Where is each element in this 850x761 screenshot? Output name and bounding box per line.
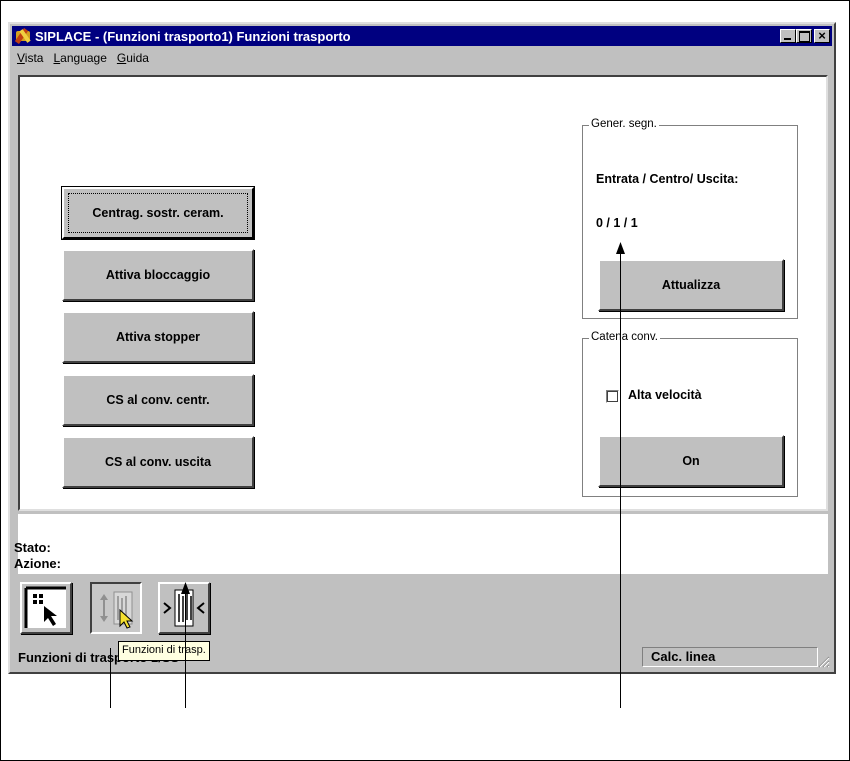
cs-conv-centr-button[interactable]: CS al conv. centr. — [62, 374, 254, 426]
signal-label: Entrata / Centro/ Uscita: — [596, 172, 739, 186]
chain-group-legend: Catena conv. — [589, 331, 660, 343]
maximize-icon — [799, 31, 810, 42]
select-tool-icon — [24, 586, 66, 628]
client-area: Centrag. sostr. ceram. Attiva bloccaggio… — [18, 75, 828, 511]
window-title: SIPLACE - (Funzioni trasporto1) Funzioni… — [35, 28, 351, 44]
select-tool-button[interactable] — [20, 582, 72, 634]
callout-line-1 — [110, 648, 111, 708]
attiva-stopper-button[interactable]: Attiva stopper — [62, 311, 254, 363]
signal-group-legend: Gener. segn. — [589, 118, 659, 130]
status-area: Stato: Azione: — [14, 514, 828, 574]
on-button[interactable]: On — [598, 435, 784, 487]
tooltip: Funzioni di trasp. — [118, 641, 210, 661]
transport-functions-icon — [100, 591, 134, 629]
centrag-sostr-ceram-button[interactable]: Centrag. sostr. ceram. — [61, 186, 255, 240]
callout-arrow-3-icon — [616, 242, 625, 254]
minimize-icon — [784, 38, 791, 40]
cs-conv-uscita-button[interactable]: CS al conv. uscita — [62, 436, 254, 488]
menu-guida[interactable]: Guida — [112, 51, 154, 65]
menu-vista[interactable]: Vista — [12, 51, 48, 65]
chain-groupbox: Catena conv. Alta velocità On — [582, 331, 798, 497]
main-window: SIPLACE - (Funzioni trasporto1) Funzioni… — [8, 22, 836, 674]
signal-groupbox: Gener. segn. Entrata / Centro/ Uscita: 0… — [582, 118, 798, 319]
callout-line-2 — [185, 592, 186, 708]
maximize-button[interactable] — [796, 29, 812, 43]
minimize-button[interactable] — [780, 29, 796, 43]
siplace-app-icon[interactable] — [14, 28, 31, 44]
title-bar[interactable]: SIPLACE - (Funzioni trasporto1) Funzioni… — [12, 26, 832, 46]
transport-functions-button[interactable] — [90, 582, 142, 634]
alta-velocita-checkbox[interactable] — [606, 390, 619, 403]
azione-label: Azione: — [14, 556, 61, 571]
menu-language[interactable]: Language — [48, 51, 111, 65]
stato-label: Stato: — [14, 540, 51, 555]
callout-arrow-2-icon — [181, 582, 190, 594]
resize-grip-icon[interactable] — [818, 656, 830, 668]
callout-line-3 — [620, 252, 621, 708]
close-icon: × — [818, 28, 826, 43]
signal-value: 0 / 1 / 1 — [596, 216, 638, 230]
attualizza-button[interactable]: Attualizza — [598, 259, 784, 311]
alta-velocita-label[interactable]: Alta velocità — [628, 388, 702, 402]
close-button[interactable]: × — [814, 28, 830, 43]
menu-bar: Vista Language Guida — [12, 48, 832, 68]
attiva-bloccaggio-button[interactable]: Attiva bloccaggio — [62, 249, 254, 301]
status-bar-right: Calc. linea — [642, 647, 818, 667]
